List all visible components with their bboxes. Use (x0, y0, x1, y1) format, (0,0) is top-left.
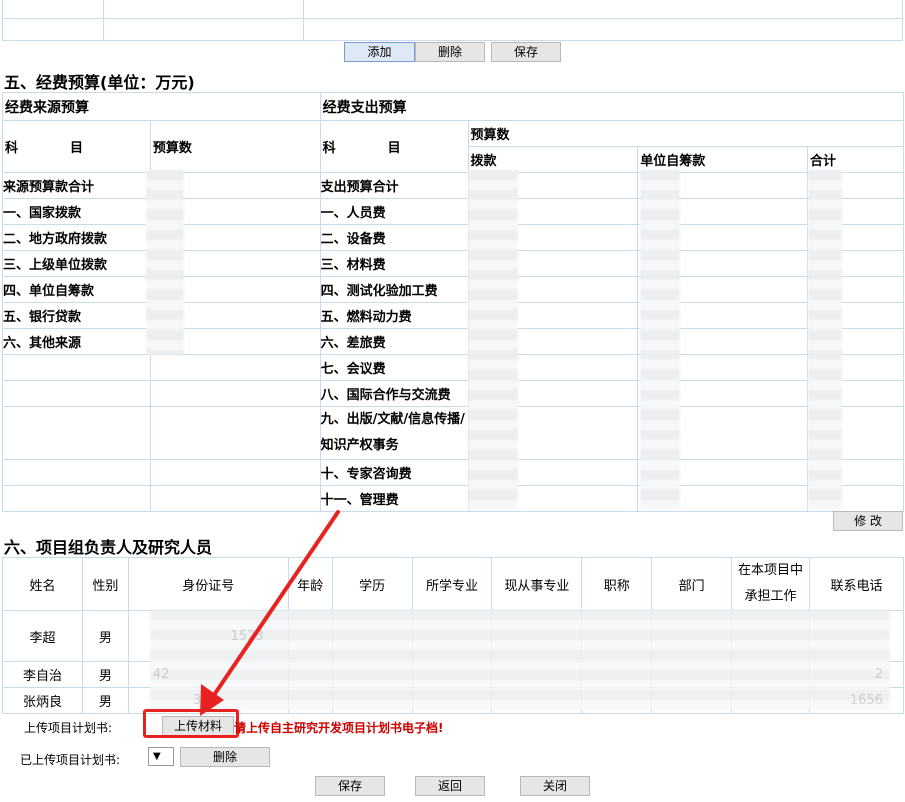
red-arrow-annotation (200, 510, 340, 716)
